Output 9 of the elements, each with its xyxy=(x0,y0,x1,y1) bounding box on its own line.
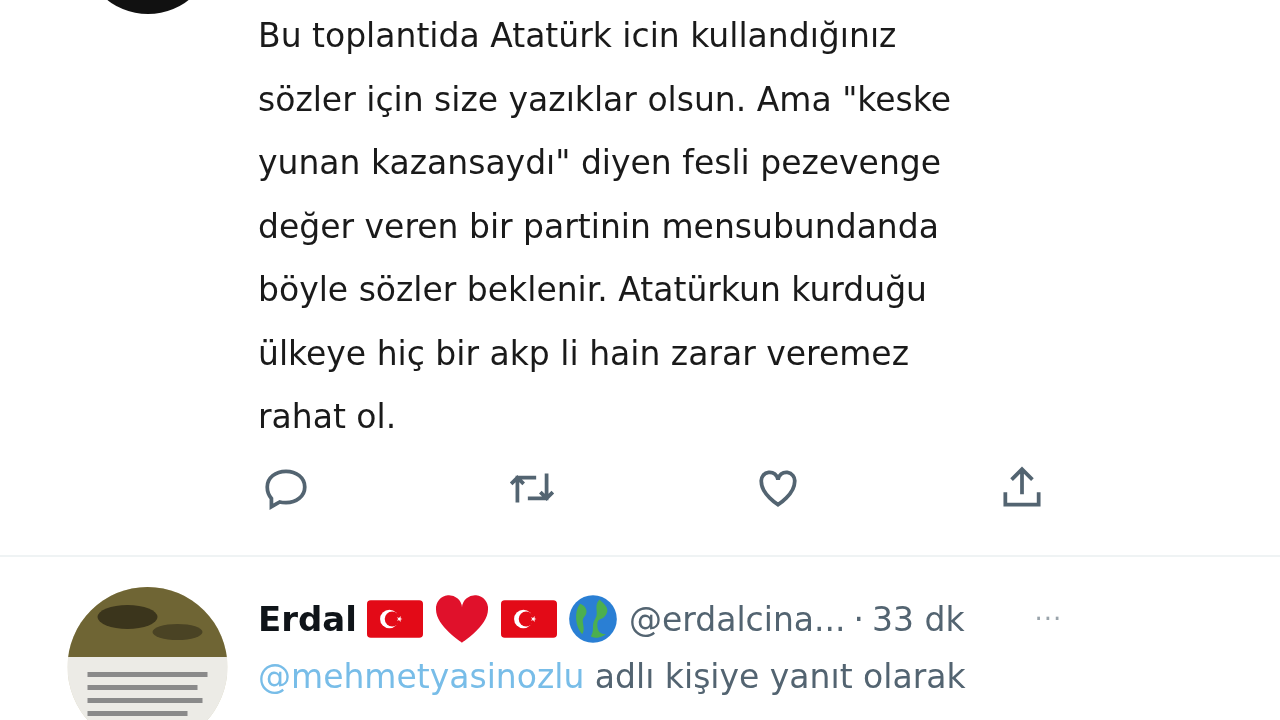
user-handle[interactable]: @erdalcina... xyxy=(628,599,846,639)
separator: · xyxy=(853,599,864,639)
timestamp[interactable]: 33 dk xyxy=(872,599,965,639)
user-name[interactable]: Erdal xyxy=(258,599,357,639)
globe-icon xyxy=(566,593,619,645)
flag-icon xyxy=(366,600,423,638)
tweet-text: Bu toplantida Atatürk icin kullandığınız sözler için size yazıklar olsun. Ama "keske yunan kazansaydı" diyen fesli pezevenge değer veren bir partinin mensubundanda böyle sözler beklenir. Atatürkun kurduğu ülkeye hiç bir akp li hain zarar veremez rahat ol. xyxy=(258,15,953,438)
flag-icon xyxy=(500,600,557,638)
reply-context: @mehmetyasinozlu adlı kişiye yanıt olarak xyxy=(258,657,967,696)
